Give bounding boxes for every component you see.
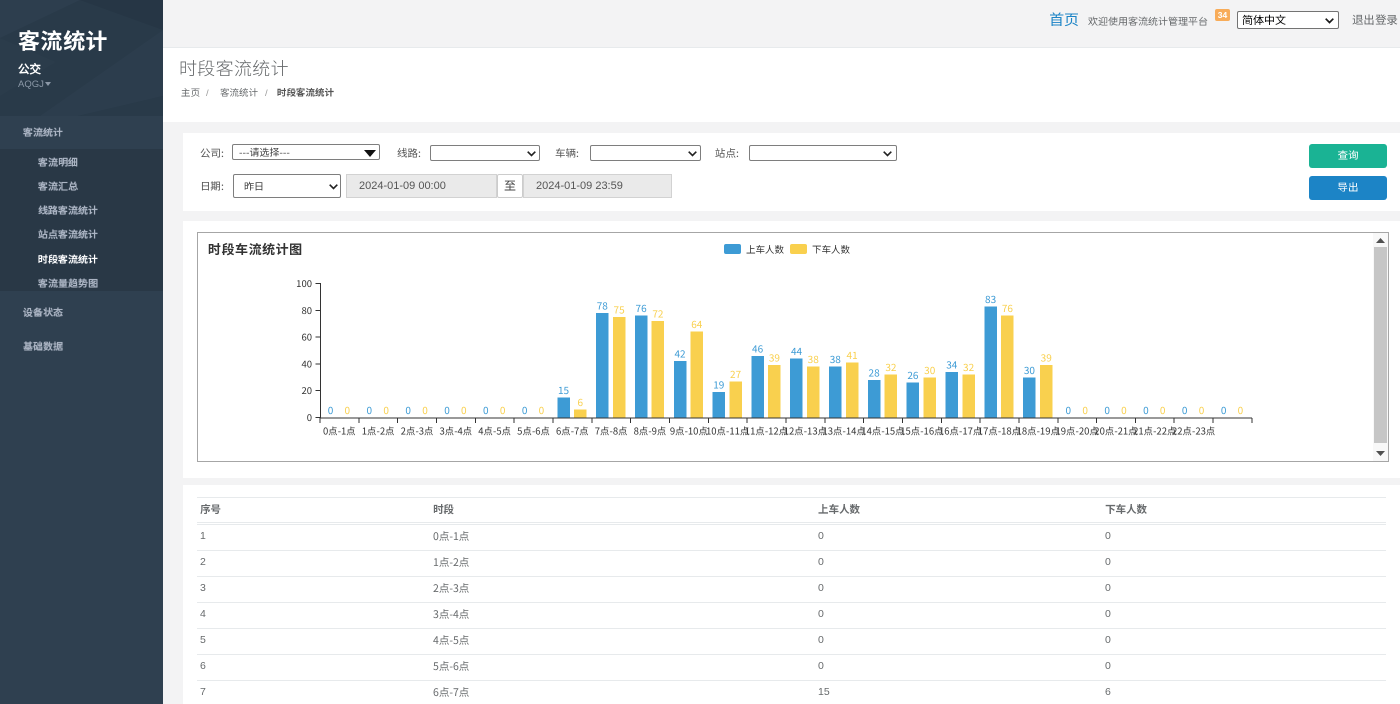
svg-text:17点-18点: 17点-18点 — [978, 424, 1021, 438]
svg-text:0: 0 — [1121, 402, 1127, 417]
svg-text:32: 32 — [963, 359, 975, 374]
svg-text:7点-8点: 7点-8点 — [595, 424, 628, 438]
svg-text:72: 72 — [652, 306, 664, 321]
svg-text:22点-23点: 22点-23点 — [1172, 424, 1215, 438]
svg-text:0: 0 — [483, 402, 489, 417]
svg-text:26: 26 — [907, 367, 919, 382]
svg-text:2点-3点: 2点-3点 — [401, 424, 434, 438]
svg-text:32: 32 — [885, 359, 897, 374]
svg-text:0: 0 — [1066, 402, 1072, 417]
svg-text:0: 0 — [328, 402, 334, 417]
svg-text:100: 100 — [296, 276, 312, 290]
svg-text:6: 6 — [578, 394, 584, 409]
svg-text:44: 44 — [791, 343, 803, 358]
svg-text:0: 0 — [522, 402, 528, 417]
svg-text:15点-16点: 15点-16点 — [900, 424, 943, 438]
svg-text:30: 30 — [1024, 362, 1036, 377]
svg-text:30: 30 — [924, 362, 936, 377]
svg-text:0: 0 — [405, 402, 411, 417]
svg-text:46: 46 — [752, 340, 764, 355]
svg-text:28: 28 — [869, 365, 881, 380]
svg-text:83: 83 — [985, 291, 996, 306]
svg-text:39: 39 — [769, 350, 781, 365]
svg-text:0: 0 — [307, 410, 312, 424]
svg-text:60: 60 — [301, 330, 312, 344]
svg-text:0: 0 — [367, 402, 373, 417]
svg-text:5点-6点: 5点-6点 — [517, 424, 550, 438]
svg-text:19: 19 — [713, 377, 725, 392]
svg-text:0: 0 — [539, 402, 545, 417]
svg-text:13点-14点: 13点-14点 — [823, 424, 866, 438]
svg-text:0: 0 — [1221, 402, 1227, 417]
svg-text:0: 0 — [461, 402, 467, 417]
svg-text:上车人数: 上车人数 — [746, 242, 785, 256]
svg-text:76: 76 — [1002, 300, 1014, 315]
svg-text:15: 15 — [558, 382, 570, 397]
svg-text:4点-5点: 4点-5点 — [478, 424, 511, 438]
svg-text:19点-20点: 19点-20点 — [1056, 424, 1099, 438]
svg-text:11点-12点: 11点-12点 — [745, 424, 788, 438]
svg-text:10点-11点: 10点-11点 — [706, 424, 749, 438]
svg-text:0: 0 — [1199, 402, 1205, 417]
svg-text:20: 20 — [301, 383, 312, 397]
svg-text:0: 0 — [1143, 402, 1149, 417]
svg-text:42: 42 — [674, 346, 686, 361]
svg-text:16点-17点: 16点-17点 — [939, 424, 982, 438]
svg-text:64: 64 — [691, 316, 703, 331]
svg-text:75: 75 — [614, 302, 626, 317]
svg-text:41: 41 — [847, 347, 858, 362]
svg-text:0: 0 — [345, 402, 351, 417]
svg-text:0: 0 — [1182, 402, 1188, 417]
svg-text:34: 34 — [946, 356, 958, 371]
svg-text:40: 40 — [301, 356, 312, 370]
svg-text:0: 0 — [422, 402, 428, 417]
svg-text:0: 0 — [1082, 402, 1088, 417]
svg-text:9点-10点: 9点-10点 — [670, 424, 708, 438]
svg-text:21点-22点: 21点-22点 — [1133, 424, 1176, 438]
svg-text:下车人数: 下车人数 — [812, 242, 851, 256]
svg-text:78: 78 — [597, 298, 609, 313]
svg-text:76: 76 — [636, 300, 648, 315]
svg-text:12点-13点: 12点-13点 — [784, 424, 827, 438]
svg-text:8点-9点: 8点-9点 — [634, 424, 667, 438]
svg-text:18点-19点: 18点-19点 — [1017, 424, 1060, 438]
svg-text:0: 0 — [444, 402, 450, 417]
svg-text:0: 0 — [383, 402, 389, 417]
svg-text:3点-4点: 3点-4点 — [439, 424, 472, 438]
svg-text:0: 0 — [1104, 402, 1110, 417]
svg-text:38: 38 — [808, 351, 820, 366]
svg-text:27: 27 — [730, 366, 742, 381]
svg-text:6点-7点: 6点-7点 — [556, 424, 589, 438]
svg-text:39: 39 — [1041, 350, 1053, 365]
svg-text:0: 0 — [500, 402, 506, 417]
svg-text:38: 38 — [830, 351, 842, 366]
svg-text:20点-21点: 20点-21点 — [1094, 424, 1137, 438]
svg-text:0: 0 — [1160, 402, 1166, 417]
svg-text:1点-2点: 1点-2点 — [362, 424, 395, 438]
svg-text:14点-15点: 14点-15点 — [861, 424, 904, 438]
svg-text:80: 80 — [301, 303, 312, 317]
svg-text:0: 0 — [1238, 402, 1244, 417]
svg-text:0点-1点: 0点-1点 — [323, 424, 356, 438]
